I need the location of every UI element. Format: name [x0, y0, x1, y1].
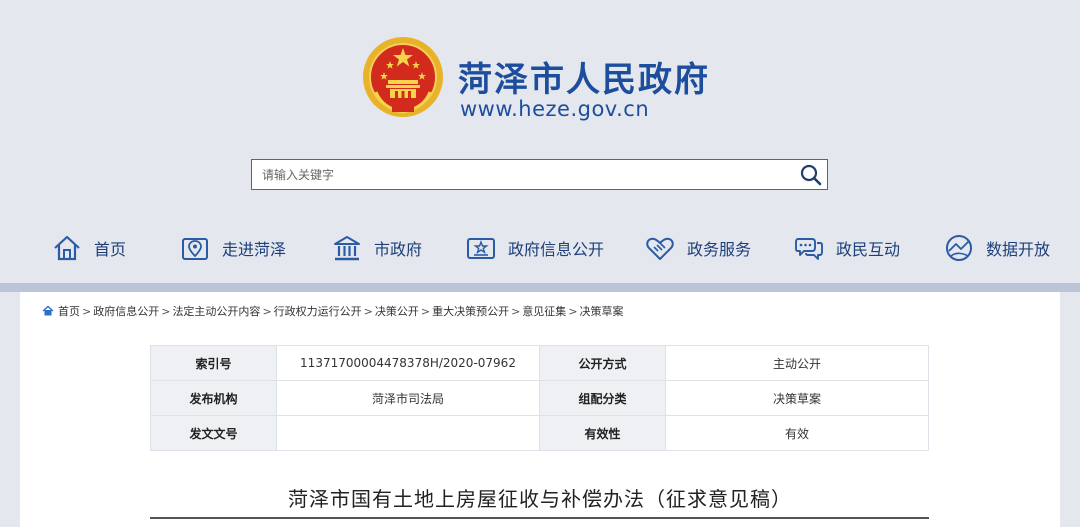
- site-header: 菏泽市人民政府 www.heze.gov.cn 首页 走进菏泽: [0, 0, 1080, 283]
- breadcrumb-separator: >: [363, 304, 373, 318]
- info-key-publisher: 发布机构: [150, 380, 277, 416]
- breadcrumb-link[interactable]: 法定主动公开内容: [172, 303, 260, 319]
- search-icon[interactable]: [799, 163, 823, 187]
- info-key-document-number: 发文文号: [150, 415, 277, 451]
- header-divider: [0, 283, 1080, 292]
- nav-label: 数据开放: [986, 240, 1051, 259]
- table-row: 发文文号 有效性 有效: [150, 415, 929, 451]
- government-building-icon: [334, 236, 360, 261]
- info-value-category: 决策草案: [665, 380, 929, 416]
- search-box: [251, 159, 828, 190]
- map-pin-icon: [182, 238, 208, 260]
- nav-item-government-services[interactable]: 政务服务: [645, 225, 751, 271]
- chat-bubbles-icon: [795, 238, 823, 260]
- nav-label: 走进菏泽: [222, 240, 287, 259]
- table-row: 发布机构 菏泽市司法局 组配分类 决策草案: [150, 380, 929, 416]
- nav-label: 政民互动: [836, 240, 901, 259]
- breadcrumb-separator: >: [262, 304, 272, 318]
- nav-label: 政府信息公开: [508, 240, 605, 259]
- table-row: 索引号 11371700004478378H/2020-07962 公开方式 主…: [150, 345, 929, 381]
- nav-item-government-info-disclosure[interactable]: 政府信息公开: [466, 225, 604, 271]
- handshake-icon: [646, 237, 674, 260]
- nav-item-about-heze[interactable]: 走进菏泽: [180, 225, 286, 271]
- nav-item-home[interactable]: 首页: [52, 225, 126, 271]
- document-title: 菏泽市国有土地上房屋征收与补偿办法（征求意见稿）: [288, 487, 792, 511]
- title-divider: [150, 517, 929, 519]
- info-key-index-number: 索引号: [150, 345, 277, 381]
- breadcrumb-link[interactable]: 政府信息公开: [93, 303, 159, 319]
- search-input[interactable]: [252, 160, 792, 189]
- breadcrumb-separator: >: [511, 304, 521, 318]
- site-title: 菏泽市人民政府: [458, 60, 710, 100]
- nav-item-public-interaction[interactable]: 政民互动: [794, 225, 900, 271]
- breadcrumb-separator: >: [568, 304, 578, 318]
- site-url: www.heze.gov.cn: [460, 97, 650, 121]
- main-nav: 首页 走进菏泽 市政府 政府信息公开 政务服务 政民互动 数据开放: [0, 225, 1080, 271]
- document-info-table: 索引号 11371700004478378H/2020-07962 公开方式 主…: [150, 345, 929, 451]
- home-icon: [54, 235, 80, 261]
- open-info-icon: [467, 238, 495, 259]
- breadcrumb-link[interactable]: 决策公开: [375, 303, 419, 319]
- breadcrumb-separator: >: [161, 304, 171, 318]
- nav-label: 市政府: [374, 240, 423, 259]
- breadcrumb-link[interactable]: 首页: [58, 303, 80, 319]
- national-emblem-icon: [363, 37, 443, 117]
- info-value-validity: 有效: [665, 415, 929, 451]
- breadcrumb-current[interactable]: 决策草案: [580, 303, 624, 319]
- info-key-disclosure-method: 公开方式: [539, 345, 666, 381]
- nav-item-open-data[interactable]: 数据开放: [944, 225, 1050, 271]
- breadcrumb-separator: >: [420, 304, 431, 318]
- info-key-category: 组配分类: [539, 380, 666, 416]
- breadcrumb-link[interactable]: 行政权力运行公开: [274, 303, 362, 319]
- home-icon: [42, 305, 54, 316]
- breadcrumb-link[interactable]: 重大决策预公开: [432, 303, 509, 319]
- info-value-disclosure-method: 主动公开: [665, 345, 929, 381]
- info-value-publisher: 菏泽市司法局: [276, 380, 540, 416]
- main-content: 首页 > 政府信息公开 > 法定主动公开内容 > 行政权力运行公开 > 决策公开 > 重大…: [20, 292, 1060, 527]
- breadcrumb-separator: >: [82, 304, 92, 318]
- nav-label: 政务服务: [687, 240, 752, 259]
- nav-item-city-government[interactable]: 市政府: [332, 225, 422, 271]
- breadcrumb-link[interactable]: 意见征集: [522, 303, 566, 319]
- breadcrumb: 首页 > 政府信息公开 > 法定主动公开内容 > 行政权力运行公开 > 决策公开 > 重大…: [42, 303, 624, 319]
- info-key-validity: 有效性: [539, 415, 666, 451]
- data-sphere-icon: [946, 235, 972, 261]
- info-value-document-number: [276, 415, 540, 451]
- nav-label: 首页: [94, 240, 127, 259]
- info-value-index-number: 11371700004478378H/2020-07962: [276, 345, 540, 381]
